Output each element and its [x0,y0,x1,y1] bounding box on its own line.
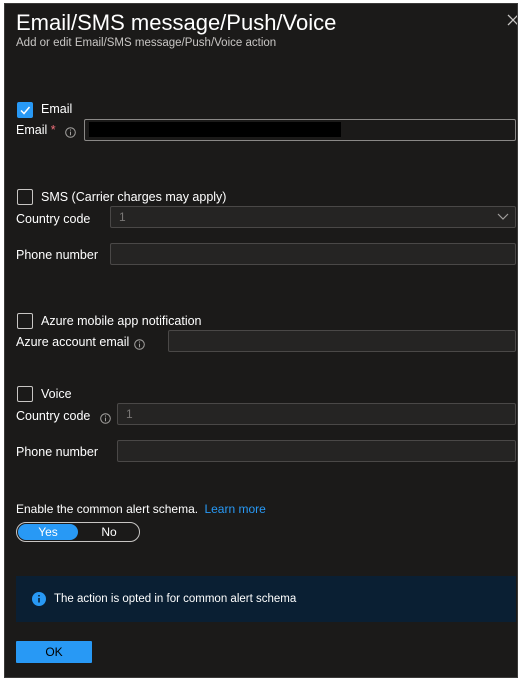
voice-country-code-value: 1 [126,407,133,421]
learn-more-link[interactable]: Learn more [204,502,265,516]
voice-phone-input[interactable] [117,440,516,462]
voice-checkbox-label: Voice [41,387,72,401]
redacted-email-value [89,122,341,137]
required-marker: * [50,123,56,137]
sms-phone-label: Phone number [16,248,99,262]
chevron-down-icon [497,213,509,220]
push-checkbox[interactable] [17,313,33,329]
panel-title: Email/SMS message/Push/Voice [16,10,337,35]
close-icon[interactable] [505,12,517,28]
common-alert-schema-toggle[interactable]: Yes No [16,522,140,542]
azure-account-email-input[interactable] [168,330,516,352]
info-icon[interactable] [100,411,111,424]
sms-checkbox-label: SMS (Carrier charges may apply) [41,190,227,204]
ok-button[interactable]: OK [16,641,92,663]
common-alert-schema-label: Enable the common alert schema. Learn mo… [16,502,266,516]
toggle-yes-option[interactable]: Yes [18,524,78,540]
info-banner-text: The action is opted in for common alert … [54,593,297,605]
email-checkbox[interactable] [17,102,33,118]
toggle-no-option[interactable]: No [79,523,139,541]
azure-account-email-label: Azure account email [16,335,130,349]
email-field-label: Email * [16,123,56,137]
sms-country-code-label: Country code [16,212,91,226]
sms-phone-input[interactable] [110,243,516,265]
voice-checkbox[interactable] [17,386,33,402]
panel-subtitle: Add or edit Email/SMS message/Push/Voice… [16,37,277,49]
info-circle-icon [32,592,46,606]
sms-checkbox[interactable] [17,189,33,205]
voice-phone-label: Phone number [16,445,99,459]
email-input[interactable] [84,119,516,141]
sms-country-code-select[interactable]: 1 [110,206,516,228]
info-icon[interactable] [134,337,145,350]
email-checkbox-label: Email [41,102,73,116]
voice-country-code-label: Country code [16,409,91,423]
info-icon[interactable] [65,125,76,138]
sms-country-code-value: 1 [119,210,126,224]
push-checkbox-label: Azure mobile app notification [41,314,202,328]
checkmark-icon [20,106,31,115]
voice-country-code-input[interactable]: 1 [117,403,516,425]
action-panel: Email/SMS message/Push/Voice Add or edit… [4,3,518,678]
info-banner: The action is opted in for common alert … [16,576,516,622]
